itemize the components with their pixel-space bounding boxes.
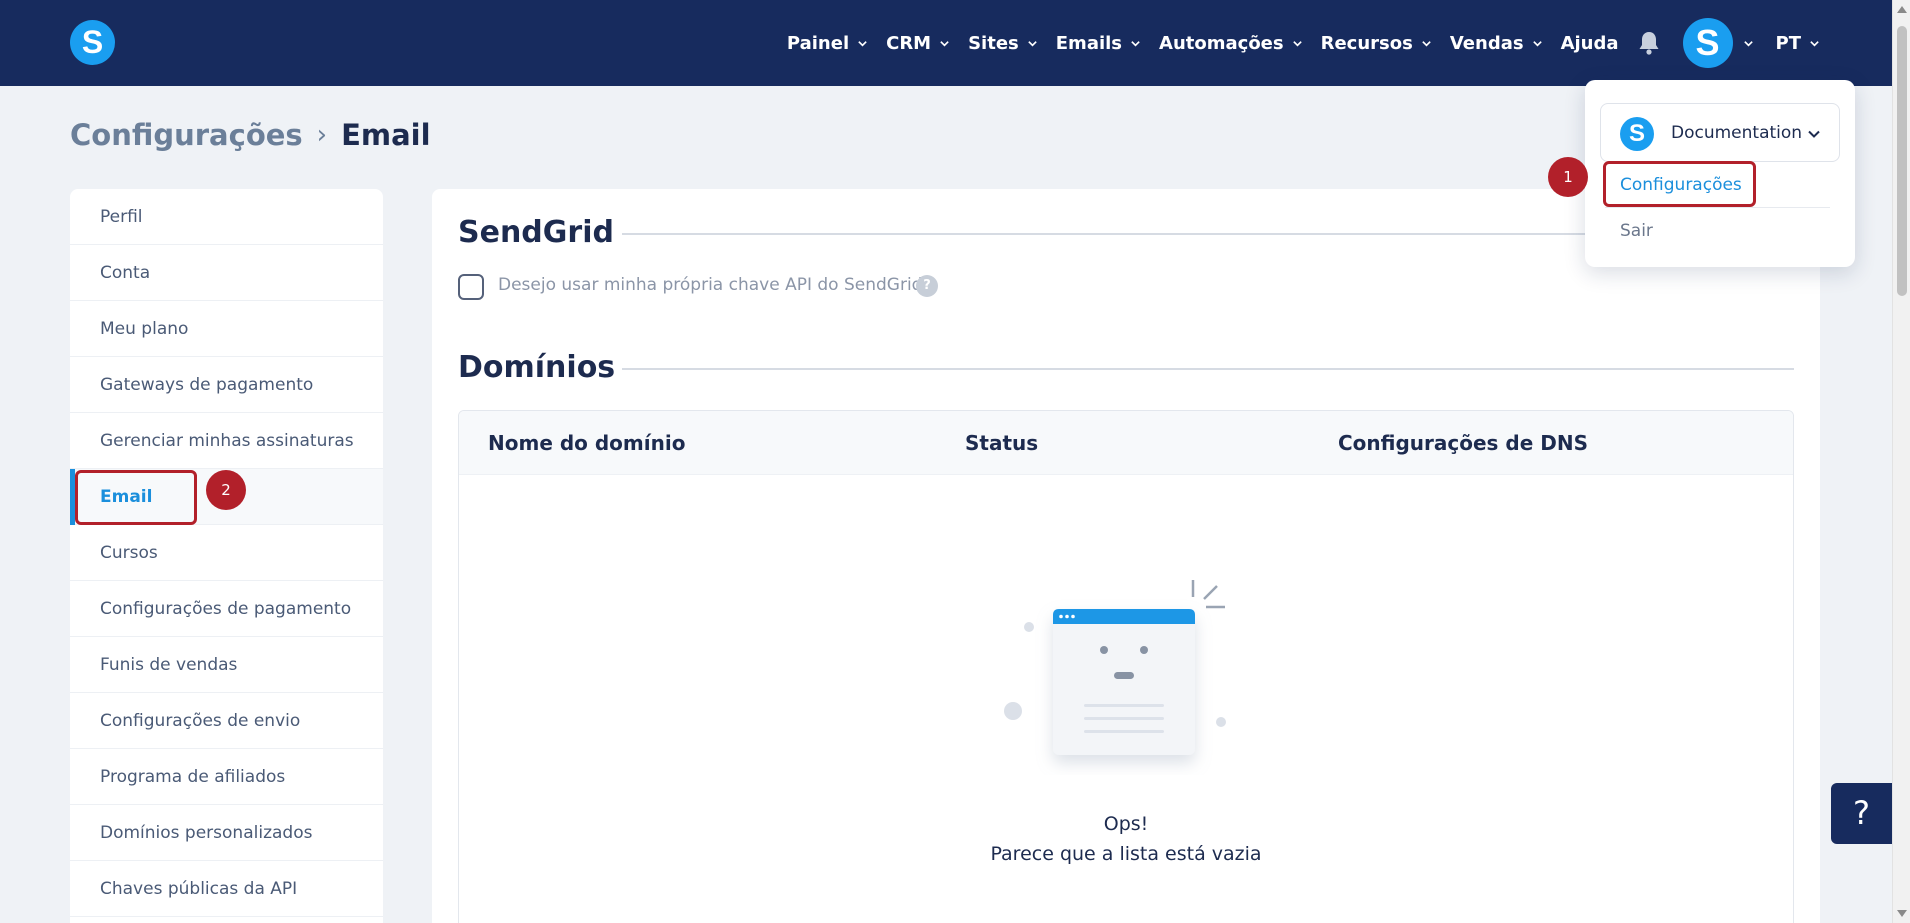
language-label: PT bbox=[1775, 32, 1801, 54]
column-header-dns: Configurações de DNS bbox=[1338, 431, 1589, 455]
sidebar-item-meu-plano[interactable]: Meu plano bbox=[70, 301, 383, 357]
nav-label: Painel bbox=[786, 32, 850, 54]
account-name: Documentation bbox=[1671, 123, 1803, 143]
empty-state-title: Ops! bbox=[1103, 813, 1149, 835]
nav-emails[interactable]: Emails bbox=[1056, 33, 1141, 54]
chevron-down-icon bbox=[1532, 40, 1542, 47]
domains-table: Nome do domínio Status Configurações de … bbox=[458, 410, 1794, 923]
section-divider bbox=[622, 368, 1794, 370]
avatar-menu-toggle[interactable] bbox=[1743, 38, 1754, 49]
column-header-domain: Nome do domínio bbox=[488, 431, 686, 455]
nav-label: Sites bbox=[968, 32, 1019, 54]
top-navbar: S Painel CRM Sites Emails Automações Rec… bbox=[0, 0, 1892, 86]
sidebar-item-gateways[interactable]: Gateways de pagamento bbox=[70, 357, 383, 413]
chevron-down-icon bbox=[858, 40, 867, 47]
nav-label: Emails bbox=[1055, 32, 1123, 54]
settings-sidebar: Perfil Conta Meu plano Gateways de pagam… bbox=[70, 189, 383, 923]
account-selector[interactable]: S Documentation bbox=[1600, 103, 1840, 162]
empty-state: Ops! Parece que a lista está vazia bbox=[459, 475, 1793, 923]
sidebar-item-funis[interactable]: Funis de vendas bbox=[70, 637, 383, 693]
sidebar-item-cursos[interactable]: Cursos bbox=[70, 525, 383, 581]
help-circle-icon[interactable]: ? bbox=[916, 275, 938, 297]
nav-label: Ajuda bbox=[1560, 32, 1619, 54]
table-header: Nome do domínio Status Configurações de … bbox=[459, 411, 1793, 475]
sidebar-item-conta[interactable]: Conta bbox=[70, 245, 383, 301]
user-avatar[interactable]: S bbox=[1682, 18, 1733, 68]
nav-label: Recursos bbox=[1320, 32, 1413, 54]
sendgrid-title: SendGrid bbox=[458, 215, 614, 250]
chevron-down-icon bbox=[1292, 40, 1302, 47]
sidebar-item-config-pagamento[interactable]: Configurações de pagamento bbox=[70, 581, 383, 637]
step-badge-1: 1 bbox=[1548, 157, 1588, 197]
nav-ajuda[interactable]: Ajuda bbox=[1561, 33, 1619, 54]
account-logo: S bbox=[1620, 117, 1654, 151]
chevron-down-icon bbox=[1808, 130, 1820, 138]
chevron-down-icon bbox=[1422, 40, 1431, 47]
chevron-down-icon bbox=[940, 40, 949, 47]
empty-state-subtitle: Parece que a lista está vazia bbox=[990, 843, 1262, 865]
sidebar-item-perfil[interactable]: Perfil bbox=[70, 189, 383, 245]
column-header-status: Status bbox=[965, 431, 1039, 455]
main-nav: Painel CRM Sites Emails Automações Recur… bbox=[769, 0, 1820, 86]
bell-icon[interactable] bbox=[1637, 30, 1661, 56]
scroll-down-arrow-icon[interactable] bbox=[1897, 910, 1907, 917]
brand-logo[interactable]: S bbox=[70, 20, 115, 65]
nav-label: Vendas bbox=[1449, 32, 1524, 54]
sendgrid-checkbox-label[interactable]: Desejo usar minha própria chave API do S… bbox=[498, 275, 922, 295]
nav-sites[interactable]: Sites bbox=[968, 33, 1038, 54]
nav-painel[interactable]: Painel bbox=[787, 33, 868, 54]
sidebar-item-dominios[interactable]: Domínios personalizados bbox=[70, 805, 383, 861]
sidebar-item-chaves-api[interactable]: Chaves públicas da API bbox=[70, 861, 383, 917]
chevron-down-icon bbox=[1743, 40, 1753, 47]
highlight-email bbox=[75, 470, 197, 525]
domains-title: Domínios bbox=[458, 350, 616, 385]
nav-automacoes[interactable]: Automações bbox=[1159, 33, 1303, 54]
email-settings-panel: SendGrid Desejo usar minha própria chave… bbox=[432, 189, 1820, 923]
language-selector[interactable]: PT bbox=[1776, 33, 1820, 54]
sidebar-item-assinaturas[interactable]: Gerenciar minhas assinaturas bbox=[70, 413, 383, 469]
step-badge-2: 2 bbox=[206, 470, 246, 510]
menu-divider bbox=[1605, 207, 1830, 208]
scroll-up-arrow-icon[interactable] bbox=[1897, 6, 1907, 13]
breadcrumb: Configurações › Email bbox=[70, 118, 431, 152]
sendgrid-api-checkbox[interactable] bbox=[458, 274, 484, 300]
chevron-down-icon bbox=[1131, 40, 1140, 47]
nav-label: Automações bbox=[1159, 32, 1284, 54]
chevron-down-icon bbox=[1028, 40, 1037, 47]
nav-vendas[interactable]: Vendas bbox=[1450, 33, 1543, 54]
sidebar-item-config-envio[interactable]: Configurações de envio bbox=[70, 693, 383, 749]
menu-item-sair[interactable]: Sair bbox=[1620, 221, 1653, 241]
highlight-configuracoes bbox=[1603, 161, 1756, 207]
page-title: Email bbox=[341, 118, 431, 152]
page-scrollbar[interactable] bbox=[1892, 0, 1910, 923]
nav-label: CRM bbox=[886, 32, 932, 54]
empty-list-illustration bbox=[1004, 580, 1226, 755]
scroll-thumb[interactable] bbox=[1897, 26, 1907, 296]
chevron-down-icon bbox=[1810, 40, 1819, 47]
breadcrumb-separator: › bbox=[316, 120, 328, 150]
breadcrumb-parent[interactable]: Configurações bbox=[70, 118, 303, 152]
nav-crm[interactable]: CRM bbox=[886, 33, 950, 54]
help-button[interactable]: ? bbox=[1831, 783, 1892, 844]
nav-recursos[interactable]: Recursos bbox=[1321, 33, 1432, 54]
sidebar-item-afiliados[interactable]: Programa de afiliados bbox=[70, 749, 383, 805]
